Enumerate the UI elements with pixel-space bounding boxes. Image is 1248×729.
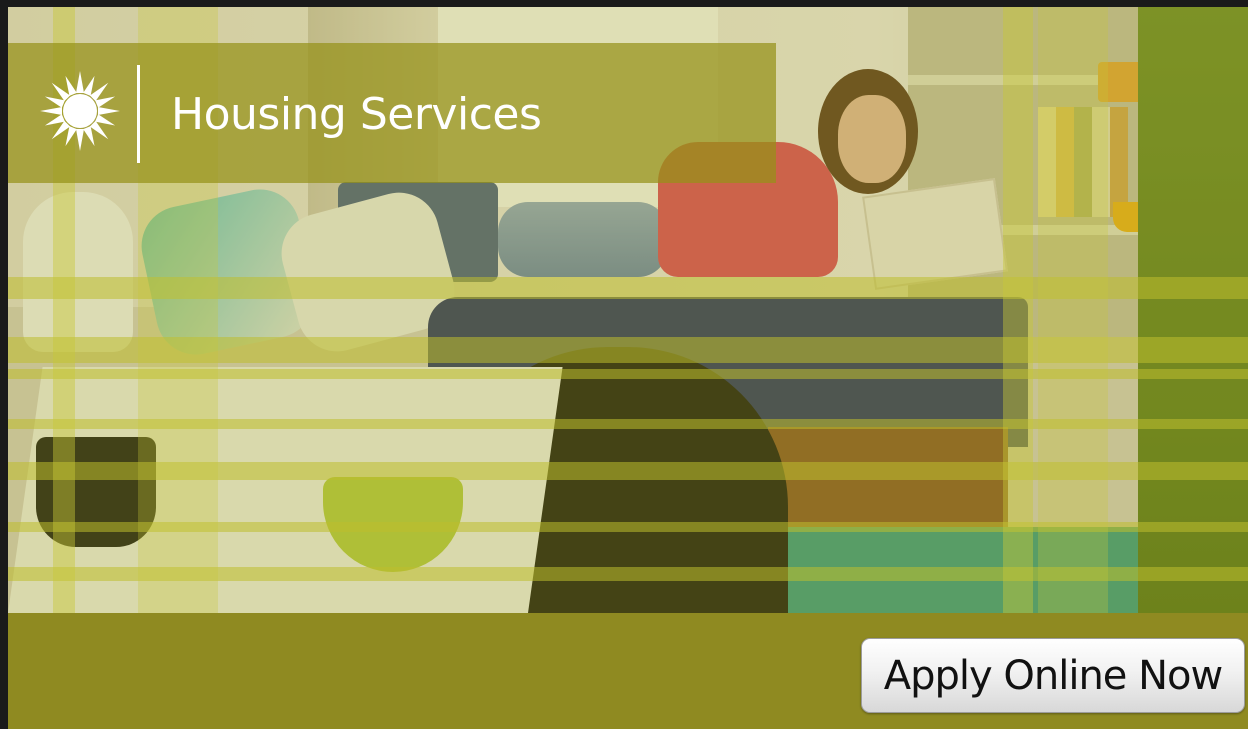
sunburst-icon [40, 71, 120, 151]
header-divider [137, 65, 140, 163]
promo-banner: Housing Services Apply Online Now [0, 0, 1248, 729]
apply-online-button[interactable]: Apply Online Now [861, 638, 1245, 713]
page-title: Housing Services [171, 89, 542, 140]
